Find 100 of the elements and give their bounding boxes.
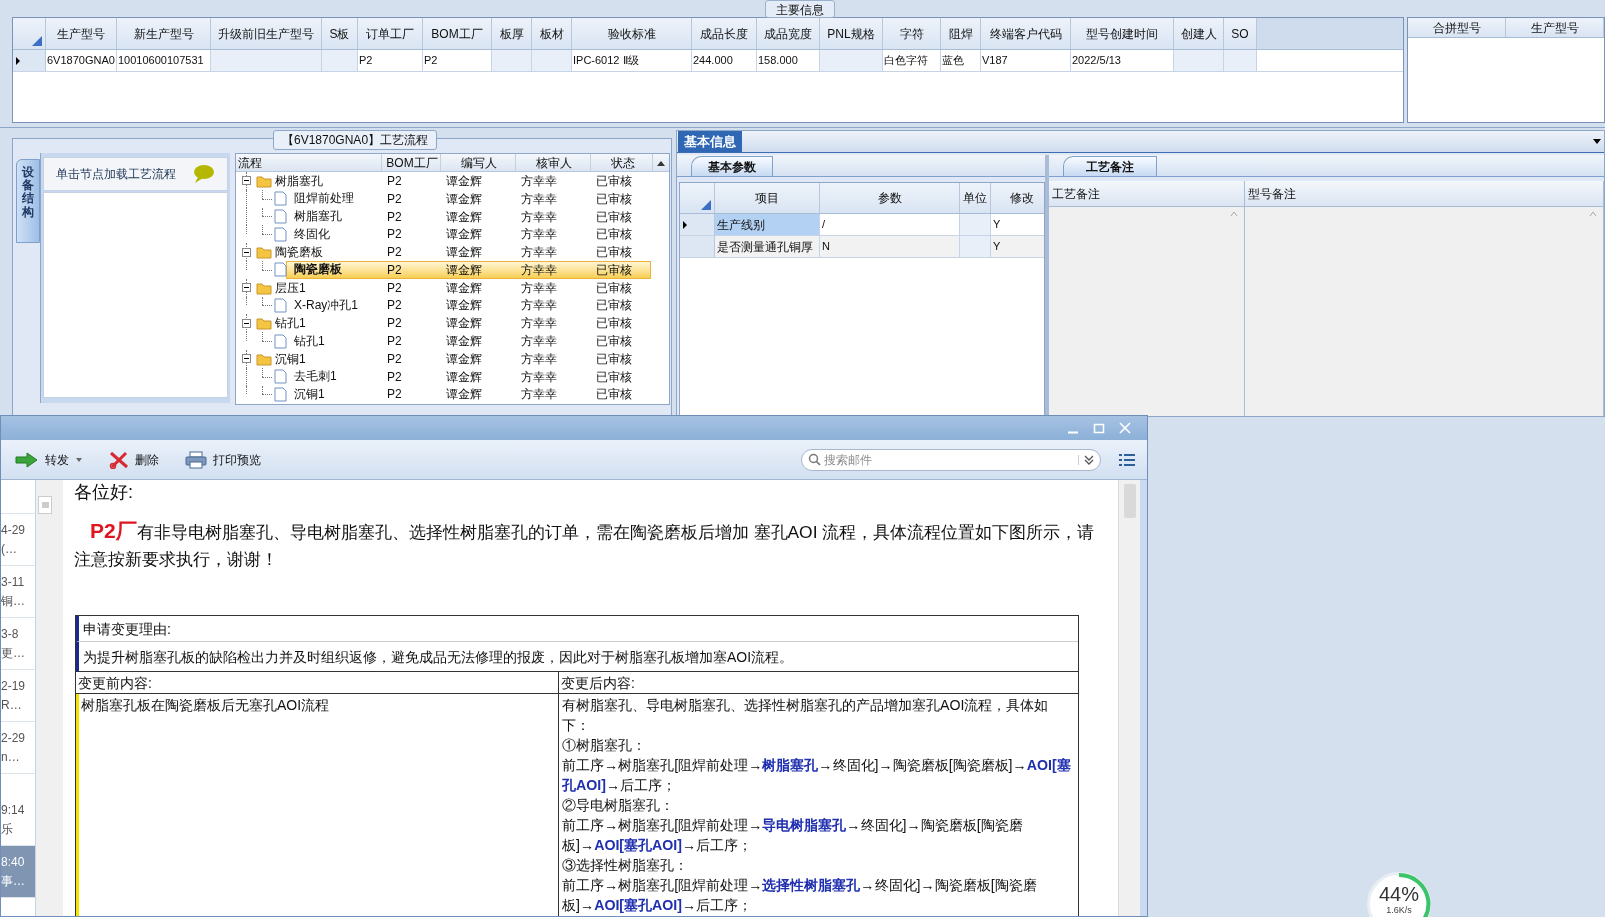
column-header[interactable]: 生产型号 [46, 18, 117, 49]
table-cell-text: 方幸幸 [520, 226, 558, 244]
corner-triangle-icon [700, 199, 712, 211]
tree-item[interactable]: 层压1 [275, 278, 306, 297]
tree-item[interactable]: 阻焊前处理 [291, 190, 357, 208]
column-header[interactable]: 订单工厂 [358, 18, 423, 49]
table-cell-text: 方幸幸 [520, 297, 558, 315]
column-header[interactable]: 流程 [236, 154, 382, 171]
column-header[interactable]: 型号创建时间 [1071, 18, 1174, 49]
tree-item[interactable]: 终固化 [291, 225, 333, 243]
table-cell-text: 谭金辉 [445, 333, 483, 351]
file-icon [274, 333, 287, 349]
table-cell-text: P2 [386, 315, 403, 333]
column-header[interactable]: 板材 [532, 18, 572, 49]
after-text: ③选择性树脂塞孔： [562, 856, 689, 875]
table-cell-text: 方幸幸 [520, 333, 558, 351]
collapse-icon[interactable] [242, 176, 251, 186]
table-cell-text: P2 [386, 297, 403, 315]
table-cell-text: 方幸幸 [520, 190, 558, 208]
table-cell-text: 方幸幸 [520, 172, 558, 190]
column-header[interactable]: 成品长度 [692, 18, 757, 49]
tree-item[interactable]: 树脂塞孔 [275, 172, 323, 190]
folder-icon [256, 351, 272, 366]
column-header[interactable]: 新生产型号 [117, 18, 211, 49]
scroll-up-icon [1589, 211, 1597, 217]
tree-item[interactable]: 树脂塞孔 [291, 208, 345, 225]
column-header[interactable]: PNL规格 [820, 18, 883, 49]
after-text: 前工序→树脂塞孔[阻焊前处理→树脂塞孔→终固化]→陶瓷磨板[陶瓷磨板]→AOI[塞孔AOI]→后工序； [562, 756, 1072, 795]
table-cell-text: 谭金辉 [445, 297, 483, 315]
column-header[interactable]: 参数 [820, 183, 960, 213]
tree-item[interactable]: 去毛刺1 [291, 368, 340, 386]
table-cell-text: 已审核 [595, 261, 633, 279]
panel-tab[interactable]: 基本信息 [678, 131, 742, 152]
table-cell-text: P2 [386, 368, 403, 386]
column-header[interactable]: 成品宽度 [757, 18, 820, 49]
column-header[interactable]: 型号备注 [1245, 181, 1603, 207]
column-header[interactable]: 板厚 [492, 18, 532, 49]
column-header[interactable]: 项目 [715, 183, 820, 213]
tree-item[interactable]: 钻孔1 [291, 332, 328, 350]
column-header[interactable]: 升级前旧生产型号 [211, 18, 322, 49]
search-input[interactable]: 搜索邮件 [824, 450, 1073, 469]
collapse-icon[interactable] [242, 283, 251, 293]
collapse-icon[interactable] [242, 318, 251, 328]
column-header[interactable]: 字符 [883, 18, 941, 49]
toolbar-button[interactable]: 转发 [13, 445, 85, 474]
table-cell-text: 方幸幸 [520, 350, 558, 368]
speed-text: 1.6K/s [1386, 904, 1412, 916]
panel-tab[interactable]: 工艺备注 [1063, 156, 1157, 176]
table-cell-text: 已审核 [595, 333, 633, 351]
tree-item[interactable]: 沉铜1 [291, 385, 328, 403]
column-header[interactable]: BOM工厂 [382, 154, 441, 171]
side-tab[interactable]: 设备结构 [16, 159, 40, 243]
toolbar-button[interactable]: 删除 [107, 445, 161, 474]
file-icon [274, 209, 287, 224]
column-header[interactable]: 编写人 [441, 154, 516, 171]
table-cell-text: 谭金辉 [445, 172, 483, 190]
toolbar-button[interactable]: 打印预览 [183, 445, 263, 474]
collapse-icon[interactable] [242, 247, 251, 257]
row-header[interactable] [680, 214, 715, 235]
column-header[interactable]: 工艺备注 [1049, 181, 1244, 207]
column-header[interactable]: 验收标准 [572, 18, 692, 49]
column-header[interactable]: 单位 [960, 183, 991, 213]
mail-list-item[interactable]: 4-29 (… [1, 514, 35, 566]
column-header[interactable]: 生产型号 [1506, 18, 1604, 37]
tree-item[interactable]: 陶瓷磨板 [291, 261, 345, 279]
mail-list-item[interactable]: 2-19 R… [1, 670, 35, 722]
column-header[interactable]: S板 [322, 18, 358, 49]
column-header[interactable]: 阻焊 [941, 18, 981, 49]
table-cell-text: P2 [386, 208, 403, 226]
collapse-icon[interactable] [242, 354, 251, 364]
column-header[interactable]: 创建人 [1174, 18, 1224, 49]
file-icon [274, 386, 287, 402]
mail-list-item[interactable]: 3-8 更… [1, 618, 35, 670]
table-cell-text: 已审核 [595, 315, 633, 333]
tree-item[interactable]: 钻孔1 [275, 314, 306, 333]
table-cell: 蓝色 [941, 50, 981, 71]
table-cell-text: 方幸幸 [520, 386, 558, 404]
search-field[interactable]: 搜索邮件 [801, 448, 1101, 471]
tree-item[interactable]: 陶瓷磨板 [275, 243, 323, 262]
folder-icon [256, 280, 272, 295]
file-icon [274, 226, 287, 242]
arrow-right-icon [15, 451, 39, 468]
table-cell-text: 谭金辉 [445, 279, 483, 297]
table-cell-text: 已审核 [595, 244, 633, 262]
table-cell: 白色字符 [883, 50, 941, 71]
table-cell-text: 已审核 [595, 368, 633, 386]
greeting-text: 各位好: [74, 481, 133, 503]
tree-item[interactable]: 沉铜1 [275, 349, 306, 368]
mail-list-item[interactable]: 2-29 n… [1, 722, 35, 774]
column-header[interactable]: 终端客户代码 [981, 18, 1071, 49]
column-header[interactable]: BOM工厂 [423, 18, 492, 49]
file-icon [274, 191, 287, 207]
printer-icon [185, 450, 207, 469]
mail-list-item[interactable]: 3-11 铜… [1, 566, 35, 618]
list-icon [1119, 452, 1135, 467]
column-header[interactable]: 合拼型号 [1408, 18, 1506, 37]
column-header[interactable]: 状态 [591, 154, 653, 171]
column-header[interactable]: 核审人 [516, 154, 591, 171]
tree-item[interactable]: X-Ray冲孔1 [291, 296, 361, 314]
panel-tab[interactable]: 基本参数 [691, 156, 773, 176]
